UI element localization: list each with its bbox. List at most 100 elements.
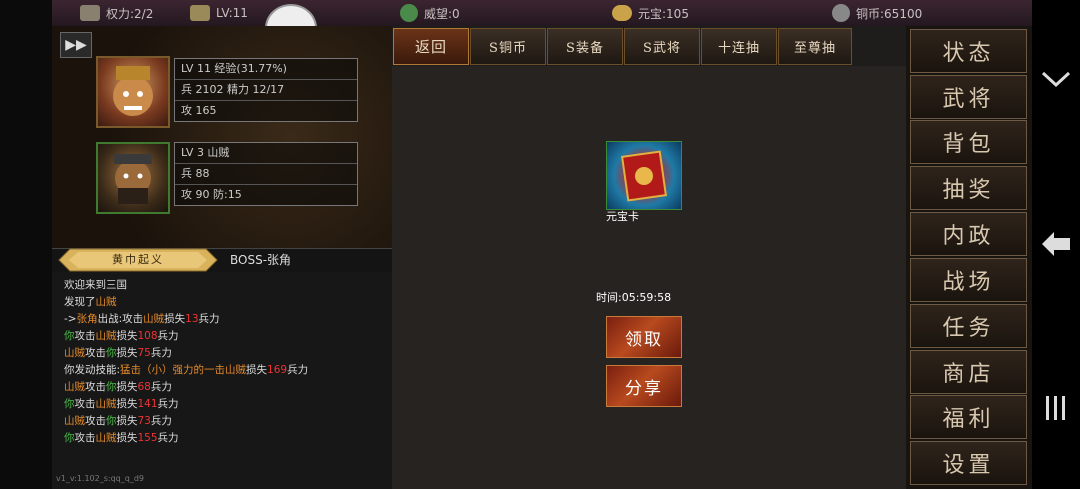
log-segment: 损失 xyxy=(116,330,138,342)
log-segment: 你发动技能: xyxy=(64,364,121,376)
log-segment: 你 xyxy=(64,432,75,444)
tab-s-copper[interactable]: S铜币 xyxy=(470,28,546,65)
log-segment: 山贼 xyxy=(225,364,247,376)
menu-tasks[interactable]: 任务 xyxy=(910,304,1027,348)
log-segment: 兵力 xyxy=(150,415,172,427)
claim-button[interactable]: 领取 xyxy=(606,316,682,358)
log-segment: 你 xyxy=(106,381,117,393)
menu-shop[interactable]: 商店 xyxy=(910,350,1027,394)
log-segment: 攻击 xyxy=(74,398,96,410)
tab-yellow-turban[interactable]: 黄巾起义 xyxy=(58,248,218,272)
enemy-portrait[interactable] xyxy=(96,142,170,214)
log-segment: 损失 xyxy=(116,381,138,393)
hero-attack: 攻 165 xyxy=(181,104,217,117)
log-segment: 山贼 xyxy=(64,381,85,393)
flag-icon xyxy=(80,5,100,21)
log-segment: 损失 xyxy=(116,347,138,359)
battle-log: 欢迎来到三国 发现了山贼 ->张角出战:攻击山贼损失13兵力 你攻击山贼损失108兵力… xyxy=(52,272,392,489)
menu-lottery[interactable]: 抽奖 xyxy=(910,166,1027,210)
tab-s-equipment[interactable]: S装备 xyxy=(547,28,623,65)
menu-welfare[interactable]: 福利 xyxy=(910,395,1027,439)
log-line: 你发动技能:猛击（小）强力的一击山贼损失169兵力 xyxy=(52,362,392,379)
tab-back[interactable]: 返回 xyxy=(393,28,469,65)
log-segment: 兵力 xyxy=(198,313,220,325)
log-segment: 出战:攻击 xyxy=(97,313,144,325)
countdown-timer: 时间:05:59:58 xyxy=(596,291,672,304)
log-segment: 损失 xyxy=(164,313,186,325)
share-button[interactable]: 分享 xyxy=(606,365,682,407)
ingot-card-item[interactable] xyxy=(606,141,682,210)
hero-troops-energy: 兵 2102 精力 12/17 xyxy=(175,80,357,101)
menu-backpack[interactable]: 背包 xyxy=(910,120,1027,164)
log-segment: 兵力 xyxy=(150,381,172,393)
log-segment: 损失 xyxy=(246,364,268,376)
tab-supreme-draw[interactable]: 至尊抽 xyxy=(778,28,852,65)
ingot-value: 元宝:105 xyxy=(638,6,689,21)
top-status-bar: 权力:2/2 LV:11 威望:0 元宝:105 铜币:65100 xyxy=(52,0,1032,27)
log-line: 山贼攻击你损失68兵力 xyxy=(52,379,392,396)
bandit-face-icon xyxy=(114,154,152,204)
statue-icon xyxy=(190,5,210,21)
hero-portrait[interactable] xyxy=(96,56,170,128)
log-line: 你攻击山贼损失108兵力 xyxy=(52,328,392,345)
log-segment: 山贼 xyxy=(95,330,117,342)
log-segment: 攻击 xyxy=(74,330,96,342)
log-segment: 山贼 xyxy=(64,415,85,427)
prestige-stat: 威望:0 xyxy=(400,0,460,26)
menu-internal-affairs[interactable]: 内政 xyxy=(910,212,1027,256)
log-segment: -> xyxy=(64,313,77,325)
menu-settings[interactable]: 设置 xyxy=(910,441,1027,485)
gold-ingot-icon xyxy=(612,5,632,21)
log-segment: 损失 xyxy=(116,398,138,410)
log-segment: 山贼 xyxy=(95,398,117,410)
log-segment: 兵力 xyxy=(157,432,179,444)
tab-s-general[interactable]: S武将 xyxy=(624,28,700,65)
fast-forward-button[interactable]: ▶▶ xyxy=(60,32,92,58)
chevron-down-shape xyxy=(1041,71,1071,88)
log-segment: 155 xyxy=(137,432,158,444)
enemy-attack-defense: 攻 90 防:15 xyxy=(181,188,242,201)
menu-lines-shape xyxy=(1046,396,1065,420)
log-line: ->张角出战:攻击山贼损失13兵力 xyxy=(52,311,392,328)
tab-boss[interactable]: BOSS-张角 xyxy=(230,248,291,272)
log-segment: 损失 xyxy=(116,432,138,444)
chevron-down-icon[interactable] xyxy=(1040,66,1072,96)
copper-stat: 铜币:65100 xyxy=(832,0,922,26)
menu-battlefield[interactable]: 战场 xyxy=(910,258,1027,302)
version-label: v1_v:1.102_s:qq_q_d9 xyxy=(56,474,144,483)
battle-log-lines: 欢迎来到三国 发现了山贼 ->张角出战:攻击山贼损失13兵力 你攻击山贼损失108兵力… xyxy=(52,272,392,447)
menu-lines-icon[interactable] xyxy=(1040,392,1072,431)
card-name: 元宝卡 xyxy=(606,210,639,223)
log-line: 山贼攻击你损失75兵力 xyxy=(52,345,392,362)
log-line: 山贼攻击你损失73兵力 xyxy=(52,413,392,430)
back-arrow-icon[interactable] xyxy=(1040,230,1072,265)
log-segment: 你 xyxy=(106,347,117,359)
tab-yellow-turban-label: 黄巾起义 xyxy=(112,253,164,266)
menu-status[interactable]: 状态 xyxy=(910,29,1027,73)
log-segment: 张角 xyxy=(76,313,98,325)
log-segment: 攻击 xyxy=(85,415,106,427)
log-line: 欢迎来到三国 xyxy=(52,277,392,294)
log-segment: 攻击 xyxy=(85,347,106,359)
log-segment: 兵力 xyxy=(150,347,172,359)
hero-stats: LV 11 经验(31.77%) 兵 2102 精力 12/17 攻 165 xyxy=(174,58,358,122)
level-value: LV:11 xyxy=(216,6,248,20)
prestige-icon xyxy=(400,4,418,22)
log-segment: 68 xyxy=(137,381,151,393)
log-line: 发现了山贼 xyxy=(52,294,392,311)
back-arrow-shape xyxy=(1042,232,1070,256)
menu-generals[interactable]: 武将 xyxy=(910,75,1027,119)
log-line: 你攻击山贼损失155兵力 xyxy=(52,430,392,447)
ingot-card-icon xyxy=(620,150,668,202)
log-segment: 你 xyxy=(106,415,117,427)
log-segment: 山贼 xyxy=(143,313,165,325)
enemy-troops: 兵 88 xyxy=(175,164,357,185)
hero-face-icon xyxy=(113,66,153,116)
log-segment: 108 xyxy=(137,330,158,342)
tab-ten-draw[interactable]: 十连抽 xyxy=(701,28,777,65)
enemy-level-name: LV 3 山贼 xyxy=(175,143,357,164)
power-value: 权力:2/2 xyxy=(106,6,154,21)
log-segment: 山贼 xyxy=(64,347,85,359)
log-segment: 兵力 xyxy=(157,330,179,342)
prestige-value: 威望:0 xyxy=(424,6,460,21)
